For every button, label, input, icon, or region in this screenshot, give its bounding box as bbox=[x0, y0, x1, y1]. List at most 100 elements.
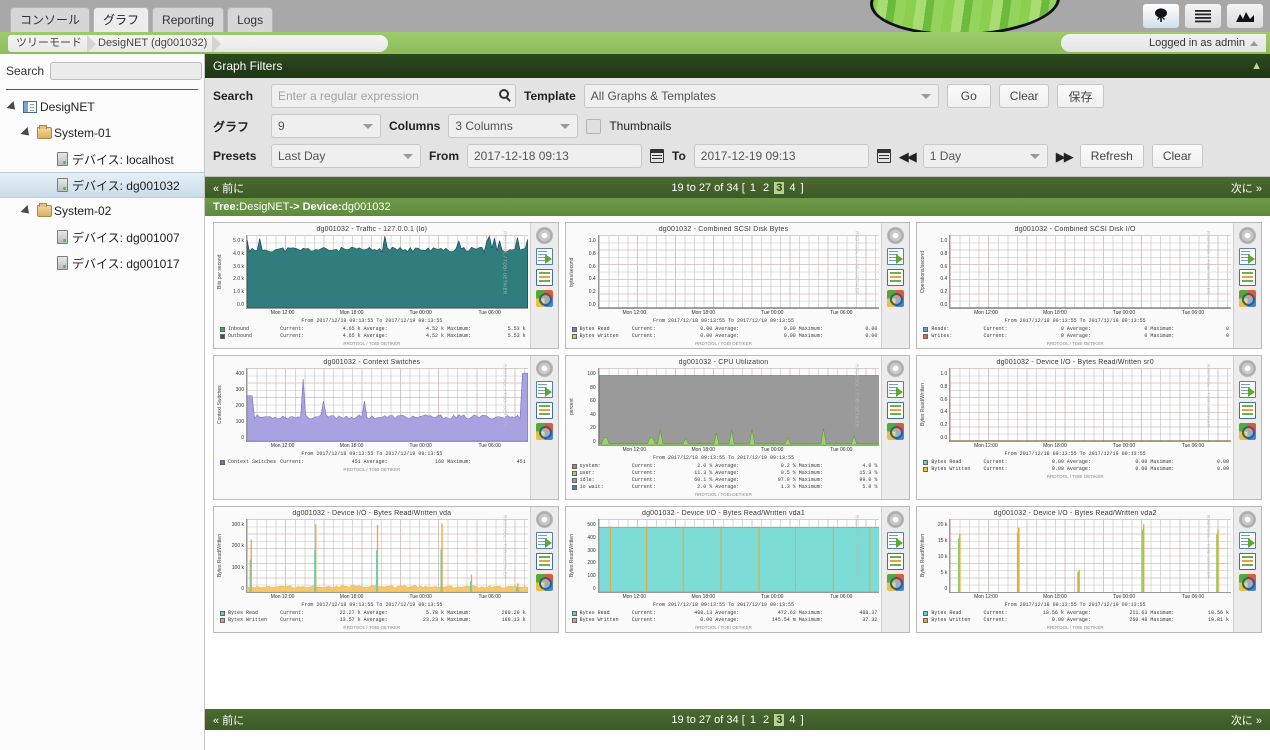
shift-forward-icon[interactable]: ▶▶ bbox=[1056, 150, 1072, 163]
tree-item-dg001007[interactable]: デバイス: dg001007 bbox=[0, 224, 204, 250]
page-link-2-bottom[interactable]: 2 bbox=[761, 714, 771, 726]
csv-export-icon[interactable] bbox=[1239, 248, 1256, 265]
graph-image[interactable]: dg001032 - Device I/O - Bytes Read/Writt… bbox=[917, 356, 1233, 499]
tree-view-button[interactable] bbox=[1142, 3, 1180, 29]
tree-item-system-02[interactable]: System-02 bbox=[0, 198, 204, 224]
presets-select[interactable]: Last Day bbox=[271, 144, 421, 168]
graph-properties-icon[interactable] bbox=[887, 402, 904, 419]
graph-settings-icon[interactable] bbox=[536, 227, 553, 244]
graph-image[interactable]: dg001032 - CPU Utilizationpercent0204060… bbox=[566, 356, 882, 499]
graph-properties-icon[interactable] bbox=[536, 269, 553, 286]
graph-card[interactable]: dg001032 - Device I/O - Bytes Read/Writt… bbox=[916, 506, 1262, 633]
graph-properties-icon[interactable] bbox=[887, 553, 904, 570]
graph-zoom-icon[interactable] bbox=[887, 290, 904, 307]
breadcrumb-device[interactable]: DesigNET (dg001032) bbox=[88, 35, 213, 52]
graph-image[interactable]: dg001032 - Context SwitchesContext Switc… bbox=[214, 356, 530, 499]
graph-properties-icon[interactable] bbox=[536, 402, 553, 419]
timespan-select[interactable]: 1 Day bbox=[923, 144, 1048, 168]
graph-card[interactable]: dg001032 - Device I/O - Bytes Read/Writt… bbox=[213, 506, 559, 633]
graph-card[interactable]: dg001032 - Context SwitchesContext Switc… bbox=[213, 355, 559, 500]
tree-item-system-01[interactable]: System-01 bbox=[0, 120, 204, 146]
graph-settings-icon[interactable] bbox=[887, 227, 904, 244]
csv-export-icon[interactable] bbox=[887, 248, 904, 265]
user-menu[interactable]: Logged in as admin bbox=[1061, 34, 1266, 52]
tree-item-localhost[interactable]: デバイス: localhost bbox=[0, 146, 204, 172]
from-date-input[interactable]: 2017-12-18 09:13 bbox=[467, 144, 642, 168]
graph-image[interactable]: dg001032 - Device I/O - Bytes Read/Writt… bbox=[566, 507, 882, 632]
csv-export-icon[interactable] bbox=[887, 532, 904, 549]
page-link-2-top[interactable]: 2 bbox=[761, 182, 771, 194]
graph-card[interactable]: dg001032 - Device I/O - Bytes Read/Writt… bbox=[916, 355, 1262, 500]
calendar-icon[interactable] bbox=[650, 149, 664, 163]
csv-export-icon[interactable] bbox=[536, 381, 553, 398]
graph-zoom-icon[interactable] bbox=[887, 423, 904, 440]
graph-image[interactable]: dg001032 - Combined SCSI Disk I/OOperati… bbox=[917, 223, 1233, 348]
tree-item-dg001017[interactable]: デバイス: dg001017 bbox=[0, 250, 204, 276]
next-page-link-bottom[interactable]: 次に » bbox=[1231, 712, 1262, 728]
graph-zoom-icon[interactable] bbox=[1239, 290, 1256, 307]
graph-settings-icon[interactable] bbox=[1239, 360, 1256, 377]
graph-properties-icon[interactable] bbox=[536, 553, 553, 570]
graph-card[interactable]: dg001032 - Device I/O - Bytes Read/Writt… bbox=[565, 506, 911, 633]
csv-export-icon[interactable] bbox=[536, 532, 553, 549]
csv-export-icon[interactable] bbox=[1239, 532, 1256, 549]
tab-console[interactable]: コンソール bbox=[10, 7, 90, 32]
expand-twisty-icon[interactable] bbox=[4, 102, 20, 112]
next-page-link-top[interactable]: 次に » bbox=[1231, 180, 1262, 196]
thumbnails-checkbox[interactable] bbox=[586, 119, 601, 134]
graph-settings-icon[interactable] bbox=[1239, 227, 1256, 244]
tree-path-tree-name[interactable]: DesigNET bbox=[239, 201, 289, 213]
template-select[interactable]: All Graphs & Templates bbox=[584, 84, 939, 108]
expand-twisty-icon[interactable] bbox=[18, 206, 34, 216]
tab-reporting[interactable]: Reporting bbox=[152, 7, 224, 32]
csv-export-icon[interactable] bbox=[536, 248, 553, 265]
graph-zoom-icon[interactable] bbox=[536, 574, 553, 591]
collapse-filters-icon[interactable]: ▲ bbox=[1251, 60, 1262, 72]
graph-properties-icon[interactable] bbox=[887, 269, 904, 286]
page-link-1-bottom[interactable]: 1 bbox=[748, 714, 758, 726]
graph-properties-icon[interactable] bbox=[1239, 269, 1256, 286]
sidebar-search-input[interactable] bbox=[50, 62, 202, 80]
tab-logs[interactable]: Logs bbox=[227, 7, 273, 32]
graph-card[interactable]: dg001032 - CPU Utilizationpercent0204060… bbox=[565, 355, 911, 500]
prev-page-link-top[interactable]: « 前に bbox=[213, 180, 244, 196]
graph-zoom-icon[interactable] bbox=[887, 574, 904, 591]
graph-image[interactable]: dg001032 - Device I/O - Bytes Read/Writt… bbox=[214, 507, 530, 632]
breadcrumb-tree-mode[interactable]: ツリーモード bbox=[8, 35, 88, 52]
graph-settings-icon[interactable] bbox=[536, 360, 553, 377]
page-link-4-bottom[interactable]: 4 bbox=[787, 714, 797, 726]
clear-timespan-button[interactable]: Clear bbox=[1152, 144, 1203, 168]
calendar-icon[interactable] bbox=[877, 149, 891, 163]
clear-button[interactable]: Clear bbox=[999, 84, 1050, 108]
tree-item-dg001032[interactable]: デバイス: dg001032 bbox=[0, 172, 204, 198]
graph-settings-icon[interactable] bbox=[1239, 511, 1256, 528]
graph-image[interactable]: dg001032 - Traffic - 127.0.0.1 (lo)Bits … bbox=[214, 223, 530, 348]
graph-properties-icon[interactable] bbox=[1239, 553, 1256, 570]
graph-settings-icon[interactable] bbox=[887, 511, 904, 528]
graph-zoom-icon[interactable] bbox=[1239, 574, 1256, 591]
page-link-4-top[interactable]: 4 bbox=[787, 182, 797, 194]
tree-path-device-name[interactable]: dg001032 bbox=[342, 201, 391, 213]
graph-card[interactable]: dg001032 - Combined SCSI Disk Bytesbytes… bbox=[565, 222, 911, 349]
graph-card[interactable]: dg001032 - Combined SCSI Disk I/OOperati… bbox=[916, 222, 1262, 349]
refresh-button[interactable]: Refresh bbox=[1080, 144, 1144, 168]
graph-settings-icon[interactable] bbox=[536, 511, 553, 528]
graph-properties-icon[interactable] bbox=[1239, 402, 1256, 419]
save-button[interactable]: 保存 bbox=[1057, 84, 1103, 108]
graph-search-input[interactable]: Enter a regular expression bbox=[271, 84, 516, 108]
list-view-button[interactable] bbox=[1184, 3, 1222, 29]
prev-page-link-bottom[interactable]: « 前に bbox=[213, 712, 244, 728]
graph-zoom-icon[interactable] bbox=[1239, 423, 1256, 440]
tree-item-designet[interactable]: DesigNET bbox=[0, 94, 204, 120]
shift-back-icon[interactable]: ◀◀ bbox=[899, 150, 915, 163]
preview-view-button[interactable] bbox=[1226, 3, 1264, 29]
csv-export-icon[interactable] bbox=[887, 381, 904, 398]
graph-settings-icon[interactable] bbox=[887, 360, 904, 377]
graph-image[interactable]: dg001032 - Combined SCSI Disk Bytesbytes… bbox=[566, 223, 882, 348]
page-link-1-top[interactable]: 1 bbox=[748, 182, 758, 194]
expand-twisty-icon[interactable] bbox=[18, 128, 34, 138]
graph-zoom-icon[interactable] bbox=[536, 290, 553, 307]
search-icon[interactable] bbox=[499, 89, 509, 99]
graph-zoom-icon[interactable] bbox=[536, 423, 553, 440]
columns-select[interactable]: 3 Columns bbox=[448, 114, 578, 138]
